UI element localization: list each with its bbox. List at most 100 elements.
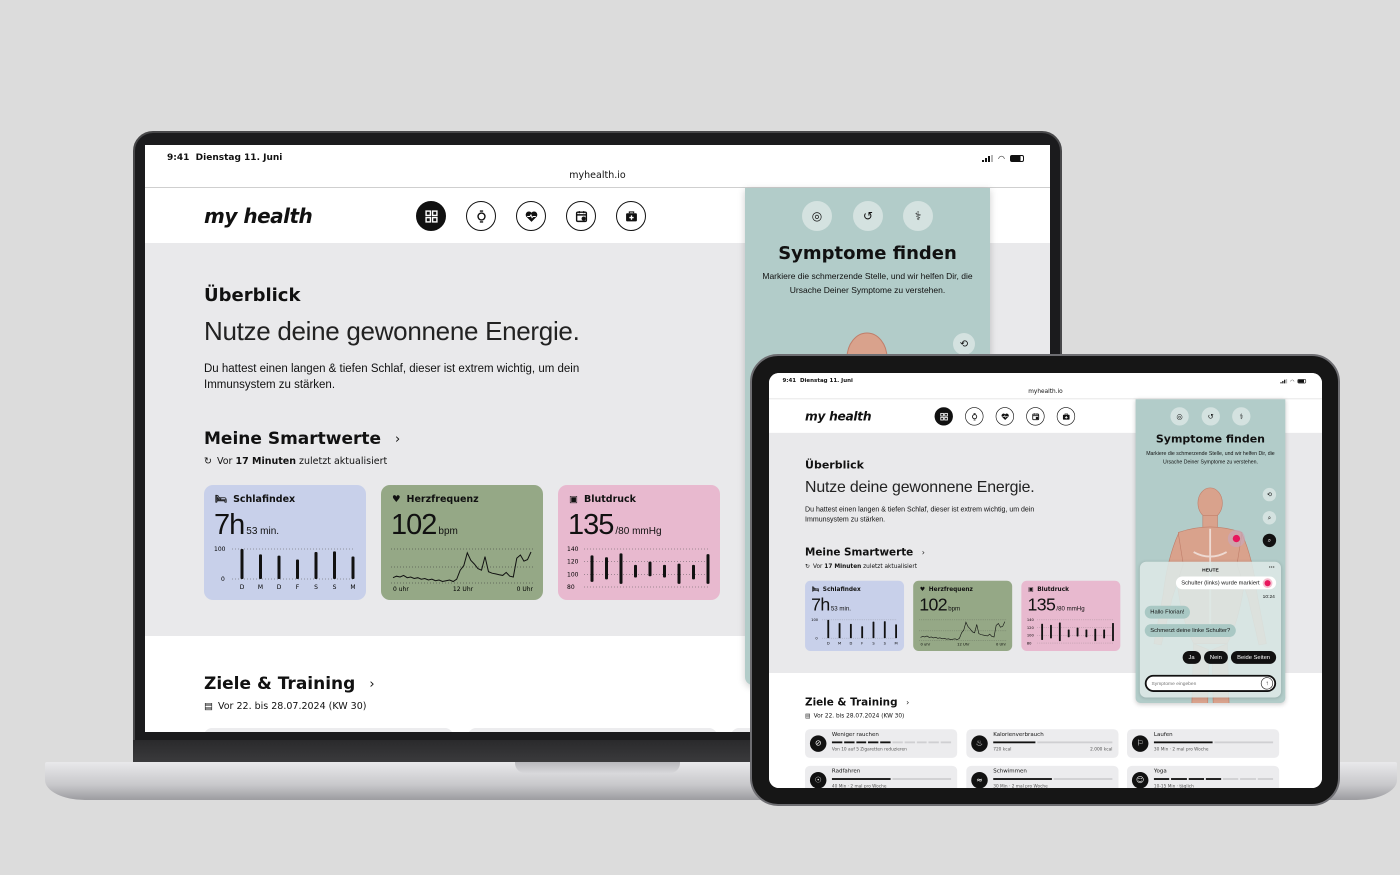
rotate-button[interactable]: ⟲ [953,333,975,355]
nav-calendar-button[interactable] [1026,407,1045,426]
nav-medical-button[interactable] [1056,407,1076,426]
goal-card[interactable]: ♨Kalorienverbrauch720 kcal2.000 kcal [966,729,1119,758]
history-button[interactable]: ↺ [1201,407,1220,426]
sleep-bar [333,551,336,579]
address-bar-url[interactable]: myhealth.io [769,388,1322,395]
nav-overview-button[interactable] [416,201,446,231]
goal-progress [993,778,1113,780]
profile-button[interactable]: ◎ [1170,407,1189,426]
symptom-panel: ◎ ↺ ⚕ Symptome finden Markiere die schme… [1135,399,1286,703]
answer-no-button[interactable]: Nein [1203,651,1228,664]
history-button[interactable]: ↺ [853,201,883,231]
blood-pressure-card[interactable]: ▣ Blutdruck 135/80 mmHg 140 120 100 80 [558,485,720,600]
symptom-input[interactable] [1151,679,1250,688]
goals-title: Ziele & Training [805,696,898,709]
goal-sub: 30 Min · 2 mal pro Woche [1153,746,1209,752]
zoom-out-button[interactable]: ⌕ [1262,533,1277,548]
progress-segment [1205,778,1222,780]
marker-dot-icon [1264,579,1271,586]
blood-pressure-icon: ▣ [569,494,578,505]
progress-fill [831,778,891,780]
sleep-card[interactable]: 🛏︎Schlafindex 7h53 min. 100 0 D M D F S S M [805,580,905,652]
symptom-input-box: ↑ [1144,674,1277,692]
zoom-in-button[interactable]: ⌕ [1262,511,1277,525]
bp-bar [1076,627,1079,637]
sleep-label: 🛏︎ Schlafindex [215,494,296,505]
bp-bar [1085,629,1088,638]
goal-card[interactable]: ♨Kalorienverbrauch720 kcal2.000 kcal [468,728,717,732]
goal-progress [831,778,952,780]
logo[interactable]: my health [805,409,871,424]
bp-bar [677,563,681,584]
nav-heart-button[interactable] [516,201,546,231]
nav-calendar-button[interactable] [566,201,596,231]
nav-overview-button[interactable] [934,407,953,426]
goals-link[interactable]: Ziele & Training › [805,696,909,708]
nav-medical-button[interactable] [616,201,646,231]
status-bar: 9:41 Dienstag 11. Juni myhealth.io ◠ [769,373,1322,400]
laptop-notch [515,762,680,773]
smartwerte-title: Meine Smartwerte [805,546,914,559]
rotate-button[interactable]: ⟲ [1262,487,1277,502]
blood-pressure-card[interactable]: ▣ Blutdruck 135/80 mmHg 140 120 100 80 [1021,580,1121,652]
goal-card[interactable]: ⊘Weniger rauchenVon 10 auf 5 Zigaretten … [204,728,453,732]
sleep-bar [827,619,830,639]
goal-card[interactable]: ⊘Weniger rauchenVon 10 auf 5 Zigaretten … [805,729,958,758]
heart-rate-card[interactable]: ♥Herzfrequenz 102bpm 0 uhr 12 Uhr 0 Uhr [381,485,543,600]
address-bar-url[interactable]: myhealth.io [145,170,1050,181]
pain-marker[interactable] [1232,534,1241,543]
goal-card[interactable]: ☺ Yoga 10-15 Min · täglich [1127,765,1280,788]
goal-card[interactable]: ⚐ Laufen 30 Min · 2 mal pro Woche [1127,729,1280,758]
answer-yes-button[interactable]: Ja [1182,651,1201,664]
goal-card[interactable]: ≈ Schwimmen 30 Min · 2 mal pro Woche [966,765,1119,788]
blood-pressure-icon: ▣ [1028,586,1034,593]
bp-bar [648,561,652,577]
signal-icon [1280,379,1288,384]
chevron-right-icon: › [369,676,375,692]
goal-sub: 40 Min · 2 mal pro Woche [831,783,887,788]
symptom-chat: HEUTE ⋯ Schulter (links) wurde markiert … [1139,561,1282,698]
nav-watch-button[interactable] [466,201,496,231]
progress-track [1214,741,1274,744]
send-button[interactable]: ↑ [1260,677,1274,690]
sleep-bar [296,559,299,579]
logo[interactable]: my health [204,204,313,228]
heart-rate-card[interactable]: ♥Herzfrequenz 102bpm 0 uhr 12 Uhr 0 Uhr [913,580,1013,652]
smartwerte-link[interactable]: Meine Smartwerte › [805,547,925,559]
smartwerte-updated: ↻ Vor 17 Minuten zuletzt aktualisiert [805,563,917,570]
blood-pressure-chart: 140 120 100 80 [1027,618,1114,645]
bp-bar [1067,629,1070,638]
heart-rate-chart: 0 uhr 12 Uhr 0 Uhr [391,548,534,593]
chat-day: HEUTE [1202,567,1219,573]
x-tick-label: F [861,641,863,645]
zoom-in-icon: ⌕ [1267,514,1272,522]
bp-bar [1050,624,1052,639]
progress-track [892,778,952,780]
heart-icon: ♥ [919,586,926,593]
sleep-card[interactable]: 🛏︎Schlafindex 7h53 min. 100 0 D M D F S S M [204,485,366,600]
progress-segment [892,741,903,744]
bp-value: 135/80 mmHg [1027,595,1085,615]
bp-label: ▣ Blutdruck [1028,586,1069,593]
chevron-right-icon: › [395,431,401,447]
x-tick-label: F [296,584,300,591]
x-tick-label: 12 Uhr [957,643,970,647]
answer-both-button[interactable]: Beide Seiten [1230,651,1277,664]
more-icon[interactable]: ⋯ [1269,564,1275,571]
profile-button[interactable]: ◎ [802,201,832,231]
symptom-title: Symptome finden [1155,432,1266,446]
goal-card[interactable]: ☉ Radfahren 40 Min · 2 mal pro Woche [805,765,958,788]
nav-heart-button[interactable] [995,407,1015,426]
bp-bar [1103,629,1106,639]
smartwerte-link[interactable]: Meine Smartwerte › [204,429,400,449]
chat-timestamp: 10:24 [1262,593,1275,600]
goals-link[interactable]: Ziele & Training › [204,674,375,694]
user-icon: ◎ [811,209,823,223]
stethoscope-button[interactable]: ⚕ [903,201,933,231]
progress-segment [1171,778,1187,780]
progress-segment [1257,778,1274,780]
stethoscope-button[interactable]: ⚕ [1232,407,1251,426]
no-smoking-icon: ⊘ [809,735,827,752]
progress-segment [940,741,952,744]
nav-watch-button[interactable] [965,407,984,426]
